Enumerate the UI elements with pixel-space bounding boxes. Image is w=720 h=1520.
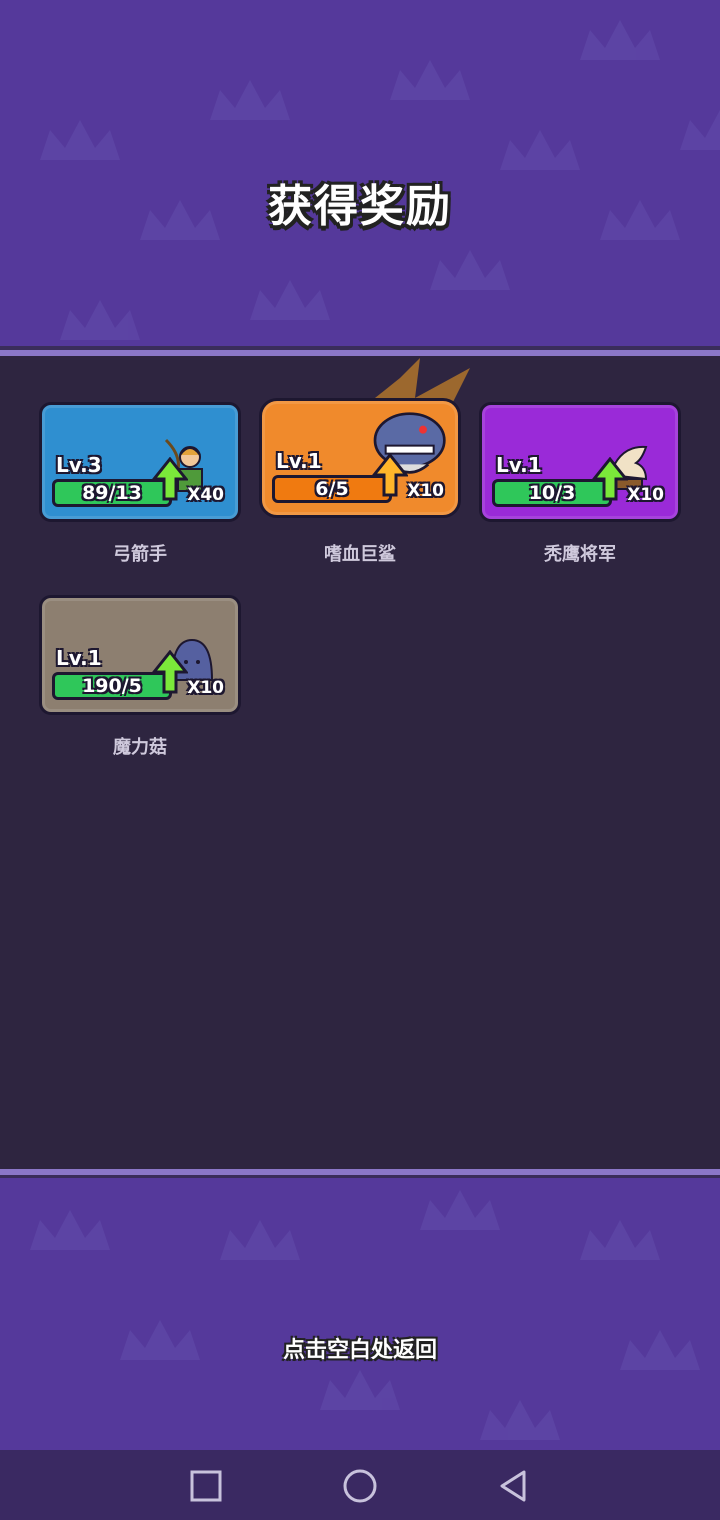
system-navigation-bar xyxy=(0,1450,720,1520)
card-name-shark: 嗜血巨鲨 xyxy=(324,544,396,565)
panel-bottom-border xyxy=(0,1169,720,1175)
card-name-archer: 弓箭手 xyxy=(113,544,167,565)
level-up-arrow-icon xyxy=(152,457,188,501)
reward-card-vulture-general[interactable]: Lv.1 10/3 X10 xyxy=(479,402,681,522)
card-count: X10 xyxy=(627,485,664,505)
tap-to-return-hint[interactable]: 点击空白处返回 xyxy=(0,1332,720,1364)
level-up-arrow-icon xyxy=(592,457,628,501)
reward-card-shark[interactable]: Lv.1 6/5 X10 xyxy=(259,398,461,518)
reward-title: 获得奖励 xyxy=(268,181,452,232)
card-count: X40 xyxy=(187,485,224,505)
card-level: Lv.1 xyxy=(56,646,102,670)
card-level: Lv.1 xyxy=(276,449,322,473)
level-up-arrow-icon xyxy=(152,650,188,694)
reward-card-magic-mushroom[interactable]: Lv.1 190/5 X10 xyxy=(39,595,241,715)
square-icon[interactable] xyxy=(186,1466,226,1506)
card-name-vulture-general: 秃鹰将军 xyxy=(544,544,616,565)
triangle-back-icon[interactable] xyxy=(494,1466,534,1506)
card-level: Lv.3 xyxy=(56,453,102,477)
card-count: X10 xyxy=(187,678,224,698)
level-up-arrow-icon xyxy=(372,453,408,497)
card-count: X10 xyxy=(407,481,444,501)
panel-top-border xyxy=(0,350,720,356)
card-level: Lv.1 xyxy=(496,453,542,477)
reward-card-archer[interactable]: Lv.3 89/13 X40 xyxy=(39,402,241,522)
circle-icon[interactable] xyxy=(340,1466,380,1506)
card-name-magic-mushroom: 魔力菇 xyxy=(113,737,167,758)
